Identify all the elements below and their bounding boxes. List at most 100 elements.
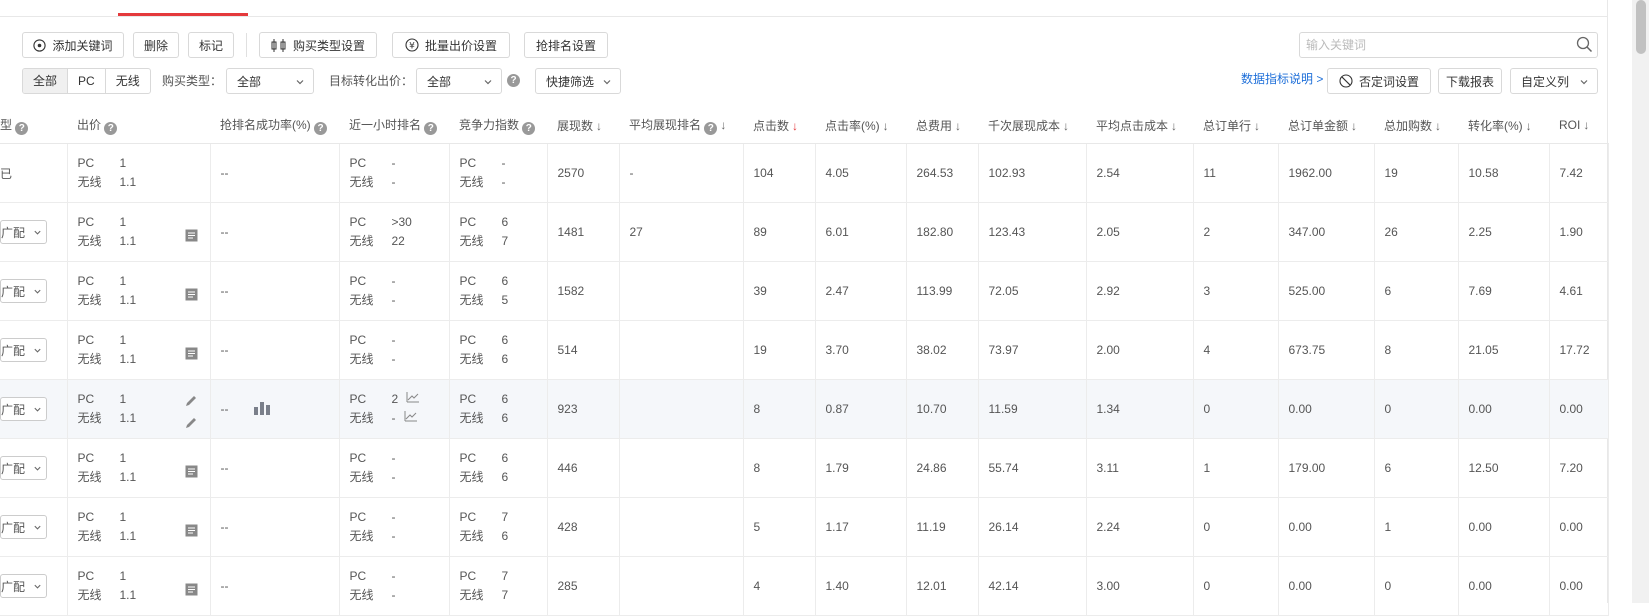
hour-rank-cell: PC - 无线 -: [339, 497, 450, 557]
col-header-avg-rank[interactable]: 平均展现排名 ? ↓: [619, 107, 743, 144]
table-row[interactable]: 广配 PC 1 无线 1.1 -- PC - 无线 - PC 7 无线 7 285 4 1.…: [0, 556, 1609, 616]
match-type-select[interactable]: 广配: [0, 279, 48, 303]
match-type-select[interactable]: 广配: [0, 515, 48, 539]
cost-cell: 12.01: [906, 556, 979, 616]
device-tab-pc[interactable]: PC: [68, 69, 106, 93]
bid-detail-icon[interactable]: [185, 583, 198, 599]
search-icon[interactable]: [1576, 36, 1593, 61]
col-header-cpc[interactable]: 平均点击成本 ↓: [1086, 107, 1193, 144]
pencil-icon[interactable]: [184, 416, 198, 433]
cost-cell: 264.53: [906, 143, 979, 203]
chevron-down-icon: [1579, 76, 1589, 90]
bid-detail-icon[interactable]: [185, 229, 198, 245]
cost-cell: 38.02: [906, 320, 979, 380]
device-tab-all[interactable]: 全部: [23, 69, 69, 93]
chevron-down-icon: [483, 76, 493, 90]
mark-button[interactable]: 标记: [188, 32, 234, 58]
purchase-type-label: 购买类型：: [162, 74, 223, 88]
bid-cell: PC 1 无线 1.1: [67, 556, 211, 616]
match-type-select[interactable]: 广配: [0, 574, 48, 598]
device-tab-mobile[interactable]: 无线: [106, 69, 150, 93]
batch-bid-settings-button[interactable]: ¥ 批量出价设置: [392, 32, 510, 58]
trend-icon[interactable]: [404, 411, 418, 425]
vertical-scrollbar[interactable]: [1632, 0, 1649, 603]
roi-cell: 4.61: [1549, 261, 1609, 321]
trend-icon[interactable]: [406, 392, 420, 406]
bid-detail-icon[interactable]: [185, 288, 198, 304]
col-header-cvr[interactable]: 转化率(%) ↓: [1458, 107, 1549, 144]
delete-button[interactable]: 删除: [133, 32, 179, 58]
col-header-hour-rank: 近一小时排名 ?: [339, 107, 449, 144]
chevron-down-icon: [295, 76, 305, 90]
col-header-grab-success: 抢排名成功率(%) ?: [210, 107, 339, 144]
table-row[interactable]: 已 PC 1 无线 1.1 -- PC - 无线 - PC - 无线 - 2570 - 10…: [0, 143, 1609, 203]
chevron-down-icon: [34, 348, 41, 353]
table-row[interactable]: 广配 PC 1 无线 1.1 -- PC - 无线 - PC 6 无线 6 446 8 1.…: [0, 438, 1609, 498]
col-header-cost[interactable]: 总费用 ↓: [906, 107, 978, 144]
pencil-icon[interactable]: [184, 394, 198, 411]
col-header-add-cart[interactable]: 总加购数 ↓: [1374, 107, 1458, 144]
clicks-cell: 8: [743, 438, 816, 498]
cvr-cell: 10.58: [1458, 143, 1550, 203]
add-keyword-button[interactable]: 添加关键词: [22, 32, 124, 58]
orders-cell: 3: [1193, 261, 1279, 321]
keyword-search-field[interactable]: 输入关键词: [1299, 32, 1598, 58]
match-type-select[interactable]: 广配: [0, 456, 48, 480]
col-header-roi[interactable]: ROI ↓: [1549, 107, 1608, 144]
cost-cell: 24.86: [906, 438, 979, 498]
negative-words-button[interactable]: 否定词设置: [1327, 68, 1431, 94]
table-row[interactable]: 广配 PC 1 无线 1.1 -- PC - 无线 - PC 6 无线 6 514 19 3…: [0, 320, 1609, 380]
avg-rank-cell: [619, 438, 744, 498]
roi-cell: 7.42: [1549, 143, 1609, 203]
top-divider: [0, 16, 1608, 17]
add-cart-cell: 26: [1374, 202, 1459, 262]
add-cart-cell: 6: [1374, 261, 1459, 321]
purchase-type-settings-button[interactable]: 购买类型设置: [259, 32, 377, 58]
cpc-cell: 3.00: [1086, 556, 1194, 616]
help-icon: ?: [704, 121, 718, 135]
add-cart-cell: 0: [1374, 379, 1459, 439]
scrollbar-thumb[interactable]: [1636, 0, 1646, 54]
bar-chart-icon[interactable]: [253, 401, 271, 418]
order-amount-cell: 1962.00: [1278, 143, 1375, 203]
sort-arrow-icon: ↓: [1351, 118, 1358, 133]
cpc-cell: 2.24: [1086, 497, 1194, 557]
grab-rank-settings-button[interactable]: 抢排名设置: [524, 32, 608, 58]
sort-arrow-active-icon: ↓: [792, 118, 799, 133]
cpc-cell: 2.92: [1086, 261, 1194, 321]
bid-detail-icon[interactable]: [185, 465, 198, 481]
table-row[interactable]: 广配 PC 1 无线 1.1 -- PC - 无线 - PC 7 无线 6 428 5 1.…: [0, 497, 1609, 557]
download-report-button[interactable]: 下载报表: [1438, 68, 1502, 94]
purchase-type-select[interactable]: 全部: [226, 68, 314, 94]
match-type-cell: 广配: [0, 261, 68, 321]
quick-filter-dropdown[interactable]: 快捷筛选: [535, 68, 621, 94]
match-type-select[interactable]: 广配: [0, 338, 48, 362]
table-row[interactable]: 广配 PC 1 无线 1.1 -- PC 2 无线 - PC 6 无线 6 923 8 0.…: [0, 379, 1609, 439]
target-bid-select[interactable]: 全部: [416, 68, 502, 94]
table-row[interactable]: 广配 PC 1 无线 1.1 -- PC - 无线 - PC 6 无线 5 1582 39 …: [0, 261, 1609, 321]
impressions-cell: 1481: [547, 202, 620, 262]
col-header-clicks[interactable]: 点击数 ↓: [743, 107, 815, 144]
col-header-impressions[interactable]: 展现数 ↓: [547, 107, 619, 144]
clicks-cell: 19: [743, 320, 816, 380]
cpm-cell: 72.05: [978, 261, 1087, 321]
col-header-cpm[interactable]: 千次展现成本 ↓: [978, 107, 1086, 144]
impressions-cell: 2570: [547, 143, 620, 203]
cost-cell: 182.80: [906, 202, 979, 262]
match-type-select[interactable]: 广配: [0, 220, 48, 244]
match-type-select[interactable]: 广配: [0, 397, 48, 421]
custom-columns-dropdown[interactable]: 自定义列: [1510, 68, 1598, 94]
col-header-ctr[interactable]: 点击率(%) ↓: [815, 107, 906, 144]
roi-cell: 0.00: [1549, 379, 1609, 439]
col-header-type: 型 ?: [0, 107, 67, 144]
help-icon[interactable]: ?: [507, 74, 520, 87]
avg-rank-cell: -: [619, 143, 744, 203]
col-header-orders[interactable]: 总订单行 ↓: [1193, 107, 1278, 144]
grab-success-cell: --: [210, 320, 340, 380]
col-header-order-amount[interactable]: 总订单金额 ↓: [1278, 107, 1374, 144]
table-row[interactable]: 广配 PC 1 无线 1.1 -- PC >30 无线 22 PC 6 无线 7 1481 …: [0, 202, 1609, 262]
bid-detail-icon[interactable]: [185, 347, 198, 363]
metrics-help-link[interactable]: 数据指标说明 >: [1241, 66, 1323, 92]
match-type-cell: 广配: [0, 320, 68, 380]
bid-detail-icon[interactable]: [185, 524, 198, 540]
